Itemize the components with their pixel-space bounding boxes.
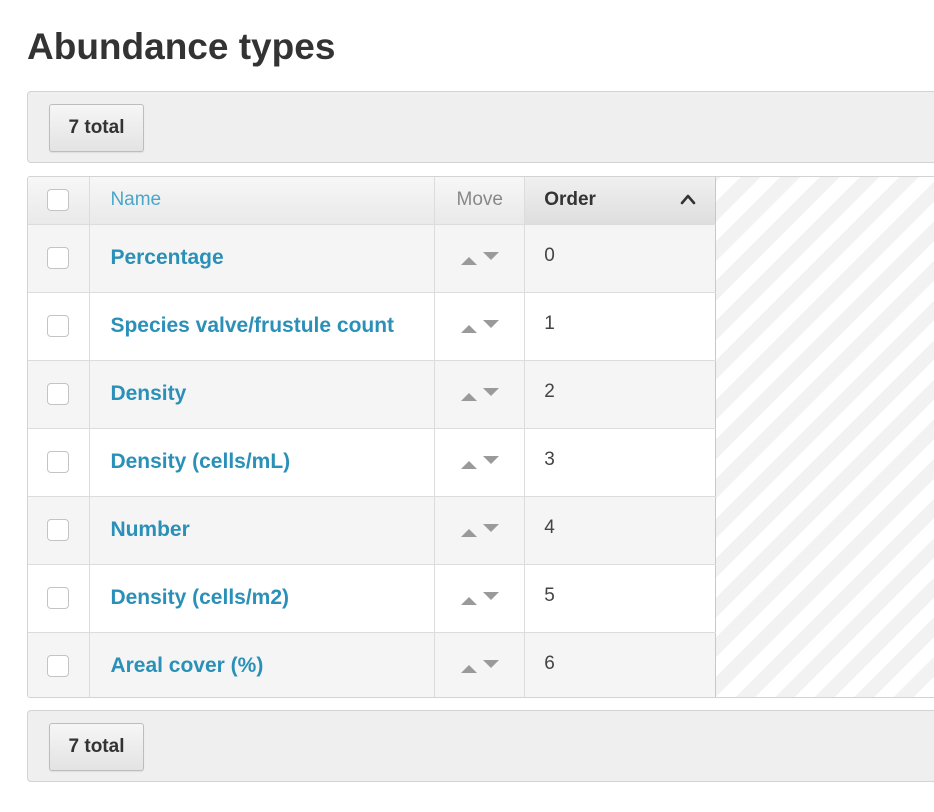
order-cell: 0 [524,224,716,293]
results-table: Name Move Order Percentage 0 Species val… [28,177,716,697]
total-count-button-bottom[interactable]: 7 total [49,723,144,771]
move-cell [434,360,526,429]
move-cell [434,496,526,565]
results-table-container: Name Move Order Percentage 0 Species val… [27,176,934,698]
name-cell: Density [89,360,436,429]
move-up-icon[interactable] [460,597,477,605]
move-down-icon[interactable] [482,592,499,600]
total-count-button-top[interactable]: 7 total [49,104,144,152]
chevron-up-icon[interactable] [679,191,697,209]
order-cell: 4 [524,496,716,565]
abundance-type-link[interactable]: Species valve/frustule count [90,314,434,338]
abundance-type-link[interactable]: Percentage [90,246,434,270]
row-checkbox[interactable] [47,519,69,541]
move-cell [434,632,526,697]
order-cell: 5 [524,564,716,633]
row-select-cell [28,496,91,565]
column-header-move-label: Move [456,189,503,211]
abundance-type-link[interactable]: Density (cells/m2) [90,586,434,610]
move-down-icon[interactable] [482,660,499,668]
row-checkbox[interactable] [47,383,69,405]
select-all-checkbox[interactable] [47,189,69,212]
move-cell [434,564,526,633]
table-row[interactable]: Density 2 [28,360,716,429]
order-value: 4 [544,517,555,538]
row-checkbox[interactable] [47,451,69,473]
column-header-order[interactable]: Order [524,177,716,225]
move-controls [435,455,524,469]
order-cell: 3 [524,428,716,497]
row-checkbox[interactable] [47,655,69,677]
page-title: Abundance types [27,26,336,67]
table-header-row: Name Move Order [28,177,716,225]
move-down-icon[interactable] [482,388,499,396]
move-controls [435,659,524,673]
order-value: 2 [544,381,555,402]
move-controls [435,591,524,605]
row-checkbox[interactable] [47,587,69,609]
row-select-cell [28,360,91,429]
move-up-icon[interactable] [460,257,477,265]
abundance-types-page: Abundance types 7 total Name Move Order … [0,0,934,812]
column-header-name[interactable]: Name [89,177,436,225]
order-value: 0 [544,245,555,266]
name-cell: Species valve/frustule count [89,292,436,361]
select-all-cell [28,177,91,225]
top-toolbar: 7 total [27,91,934,163]
row-select-cell [28,564,91,633]
abundance-type-link[interactable]: Number [90,518,434,542]
order-cell: 2 [524,360,716,429]
row-checkbox[interactable] [47,247,69,269]
move-cell [434,224,526,293]
move-up-icon[interactable] [460,325,477,333]
table-row[interactable]: Density (cells/mL) 3 [28,428,716,497]
table-body: Percentage 0 Species valve/frustule count 1… [28,224,716,697]
name-cell: Areal cover (%) [89,632,436,697]
row-select-cell [28,632,91,697]
move-down-icon[interactable] [482,524,499,532]
row-select-cell [28,224,91,293]
move-controls [435,319,524,333]
column-header-name-label[interactable]: Name [90,189,434,211]
move-cell [434,428,526,497]
column-header-order-label[interactable]: Order [544,189,596,211]
move-down-icon[interactable] [482,252,499,260]
name-cell: Density (cells/mL) [89,428,436,497]
move-up-icon[interactable] [460,393,477,401]
order-value: 3 [544,449,555,470]
move-down-icon[interactable] [482,320,499,328]
order-cell: 1 [524,292,716,361]
name-cell: Number [89,496,436,565]
move-up-icon[interactable] [460,461,477,469]
move-cell [434,292,526,361]
bottom-toolbar: 7 total [27,710,934,782]
move-controls [435,387,524,401]
row-select-cell [28,292,91,361]
name-cell: Density (cells/m2) [89,564,436,633]
move-down-icon[interactable] [482,456,499,464]
order-cell: 6 [524,632,716,697]
order-value: 5 [544,585,555,606]
table-row[interactable]: Species valve/frustule count 1 [28,292,716,361]
move-controls [435,523,524,537]
table-row[interactable]: Density (cells/m2) 5 [28,564,716,633]
move-up-icon[interactable] [460,665,477,673]
row-select-cell [28,428,91,497]
abundance-type-link[interactable]: Areal cover (%) [90,654,434,678]
table-row[interactable]: Number 4 [28,496,716,565]
row-checkbox[interactable] [47,315,69,337]
column-header-move: Move [434,177,526,225]
order-value: 6 [544,653,555,674]
table-row[interactable]: Areal cover (%) 6 [28,632,716,697]
move-controls [435,251,524,265]
table-row[interactable]: Percentage 0 [28,224,716,293]
order-value: 1 [544,313,555,334]
move-up-icon[interactable] [460,529,477,537]
name-cell: Percentage [89,224,436,293]
abundance-type-link[interactable]: Density [90,382,434,406]
abundance-type-link[interactable]: Density (cells/mL) [90,450,434,474]
